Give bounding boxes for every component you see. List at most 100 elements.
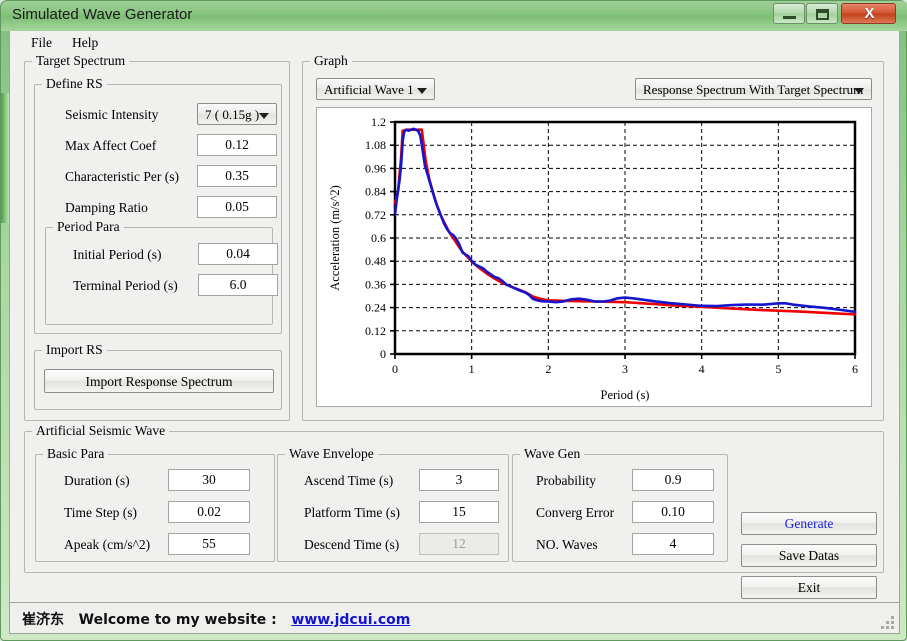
converg-error-input[interactable] [632, 501, 714, 523]
converg-error-label: Converg Error [536, 505, 615, 520]
svg-text:5: 5 [775, 362, 781, 376]
chevron-down-icon [854, 88, 864, 94]
maximize-icon [816, 9, 829, 20]
artificial-seismic-wave-group: Artificial Seismic Wave Basic Para Durat… [24, 423, 884, 599]
seismic-intensity-select[interactable]: 7 ( 0.15g ) [197, 103, 277, 125]
period-para-title: Period Para [53, 219, 124, 235]
svg-text:0.24: 0.24 [365, 301, 386, 315]
menu-file[interactable]: File [26, 34, 57, 52]
svg-text:1.2: 1.2 [371, 115, 386, 129]
minimize-button[interactable] [773, 3, 805, 24]
target-spectrum-title: Target Spectrum [32, 53, 130, 69]
menu-help[interactable]: Help [67, 34, 103, 52]
maximize-button[interactable] [806, 3, 838, 24]
initial-period-label: Initial Period (s) [73, 247, 162, 262]
import-rs-group: Import RS Import Response Spectrum [34, 342, 282, 410]
terminal-period-input[interactable] [198, 274, 278, 296]
svg-text:6: 6 [852, 362, 858, 376]
svg-text:0.48: 0.48 [365, 254, 386, 268]
period-para-group: Period Para Initial Period (s) Terminal … [45, 219, 278, 325]
close-icon: X [864, 5, 875, 22]
svg-text:1: 1 [469, 362, 475, 376]
wave-gen-group: Wave Gen Probability Converg Error NO. W… [512, 446, 728, 562]
svg-text:0: 0 [392, 362, 398, 376]
title-bar: Simulated Wave Generator X [1, 1, 907, 31]
import-response-spectrum-button[interactable]: Import Response Spectrum [44, 369, 274, 393]
initial-period-input[interactable] [198, 243, 278, 265]
client-area: File Help Target Spectrum Define RS Seis… [9, 31, 900, 634]
apeak-label: Apeak (cm/s^2) [64, 537, 151, 552]
view-select-value: Response Spectrum With Target Spectrum [643, 82, 864, 97]
window-title: Simulated Wave Generator [12, 6, 193, 23]
descend-time-input [419, 533, 499, 555]
basic-para-group: Basic Para Duration (s) Time Step (s) Ap… [35, 446, 275, 562]
characteristic-per-input[interactable] [197, 165, 277, 187]
apeak-input[interactable] [168, 533, 250, 555]
target-spectrum-group: Target Spectrum Define RS Seismic Intens… [24, 53, 290, 421]
no-waves-input[interactable] [632, 533, 714, 555]
duration-label: Duration (s) [64, 473, 130, 488]
svg-text:1.08: 1.08 [365, 138, 386, 152]
svg-text:0.72: 0.72 [365, 208, 386, 222]
svg-text:Period (s): Period (s) [601, 388, 650, 402]
status-welcome: Welcome to my website : [78, 612, 277, 628]
damping-ratio-label: Damping Ratio [65, 200, 148, 215]
artificial-seismic-wave-title: Artificial Seismic Wave [32, 423, 170, 439]
wave-envelope-title: Wave Envelope [285, 446, 378, 462]
menu-bar: File Help [10, 31, 899, 53]
minimize-icon [783, 16, 796, 19]
descend-time-label: Descend Time (s) [304, 537, 400, 552]
close-button[interactable]: X [841, 3, 896, 24]
svg-text:0: 0 [380, 347, 386, 361]
seismic-intensity-value: 7 ( 0.15g ) [205, 107, 260, 122]
import-rs-title: Import RS [42, 342, 107, 358]
window-edge-accent [1, 93, 9, 223]
terminal-period-label: Terminal Period (s) [73, 278, 178, 293]
status-author: 崔济东 [22, 612, 64, 628]
generate-button[interactable]: Generate [741, 512, 877, 535]
probability-input[interactable] [632, 469, 714, 491]
duration-input[interactable] [168, 469, 250, 491]
graph-title: Graph [310, 53, 352, 69]
chart-canvas: 0 0.12 0.24 0.36 0.48 0.6 0.72 0.84 0.96 1.08 1.2 0… [328, 115, 858, 402]
platform-time-input[interactable] [419, 501, 499, 523]
time-step-label: Time Step (s) [64, 505, 138, 520]
define-rs-group: Define RS Seismic Intensity 7 ( 0.15g ) … [34, 76, 282, 334]
chevron-down-icon [417, 88, 427, 94]
max-affect-coef-input[interactable] [197, 134, 277, 156]
wave-gen-title: Wave Gen [520, 446, 585, 462]
svg-text:0.96: 0.96 [365, 161, 386, 175]
time-step-input[interactable] [168, 501, 250, 523]
wave-envelope-group: Wave Envelope Ascend Time (s) Platform T… [277, 446, 509, 562]
ascend-time-input[interactable] [419, 469, 499, 491]
svg-text:Acceleration (m/s^2): Acceleration (m/s^2) [328, 185, 342, 290]
svg-text:4: 4 [699, 362, 705, 376]
svg-text:0.84: 0.84 [365, 185, 386, 199]
max-affect-coef-label: Max Affect Coef [65, 138, 157, 153]
website-link[interactable]: www.jdcui.com [291, 612, 410, 628]
wave-select[interactable]: Artificial Wave 1 [316, 78, 435, 100]
wave-select-value: Artificial Wave 1 [324, 82, 414, 97]
app-window: Simulated Wave Generator X File Help Tar… [0, 0, 907, 641]
chevron-down-icon [259, 113, 269, 119]
svg-text:0.12: 0.12 [365, 324, 386, 338]
graph-group: Graph Artificial Wave 1 Response Spectru… [302, 53, 884, 421]
status-message: 崔济东 Welcome to my website : www.jdcui.co… [22, 609, 410, 629]
basic-para-title: Basic Para [43, 446, 109, 462]
view-select[interactable]: Response Spectrum With Target Spectrum [635, 78, 872, 100]
no-waves-label: NO. Waves [536, 537, 598, 552]
svg-text:0.36: 0.36 [365, 277, 386, 291]
probability-label: Probability [536, 473, 596, 488]
platform-time-label: Platform Time (s) [304, 505, 401, 520]
svg-text:2: 2 [545, 362, 551, 376]
define-rs-title: Define RS [42, 76, 107, 92]
seismic-intensity-label: Seismic Intensity [65, 107, 159, 122]
svg-text:0.6: 0.6 [371, 231, 386, 245]
resize-grip[interactable] [881, 616, 895, 630]
ascend-time-label: Ascend Time (s) [304, 473, 394, 488]
svg-text:3: 3 [622, 362, 628, 376]
save-datas-button[interactable]: Save Datas [741, 544, 877, 567]
exit-button[interactable]: Exit [741, 576, 877, 599]
response-spectrum-chart: 0 0.12 0.24 0.36 0.48 0.6 0.72 0.84 0.96 1.08 1.2 0… [316, 107, 872, 407]
damping-ratio-input[interactable] [197, 196, 277, 218]
